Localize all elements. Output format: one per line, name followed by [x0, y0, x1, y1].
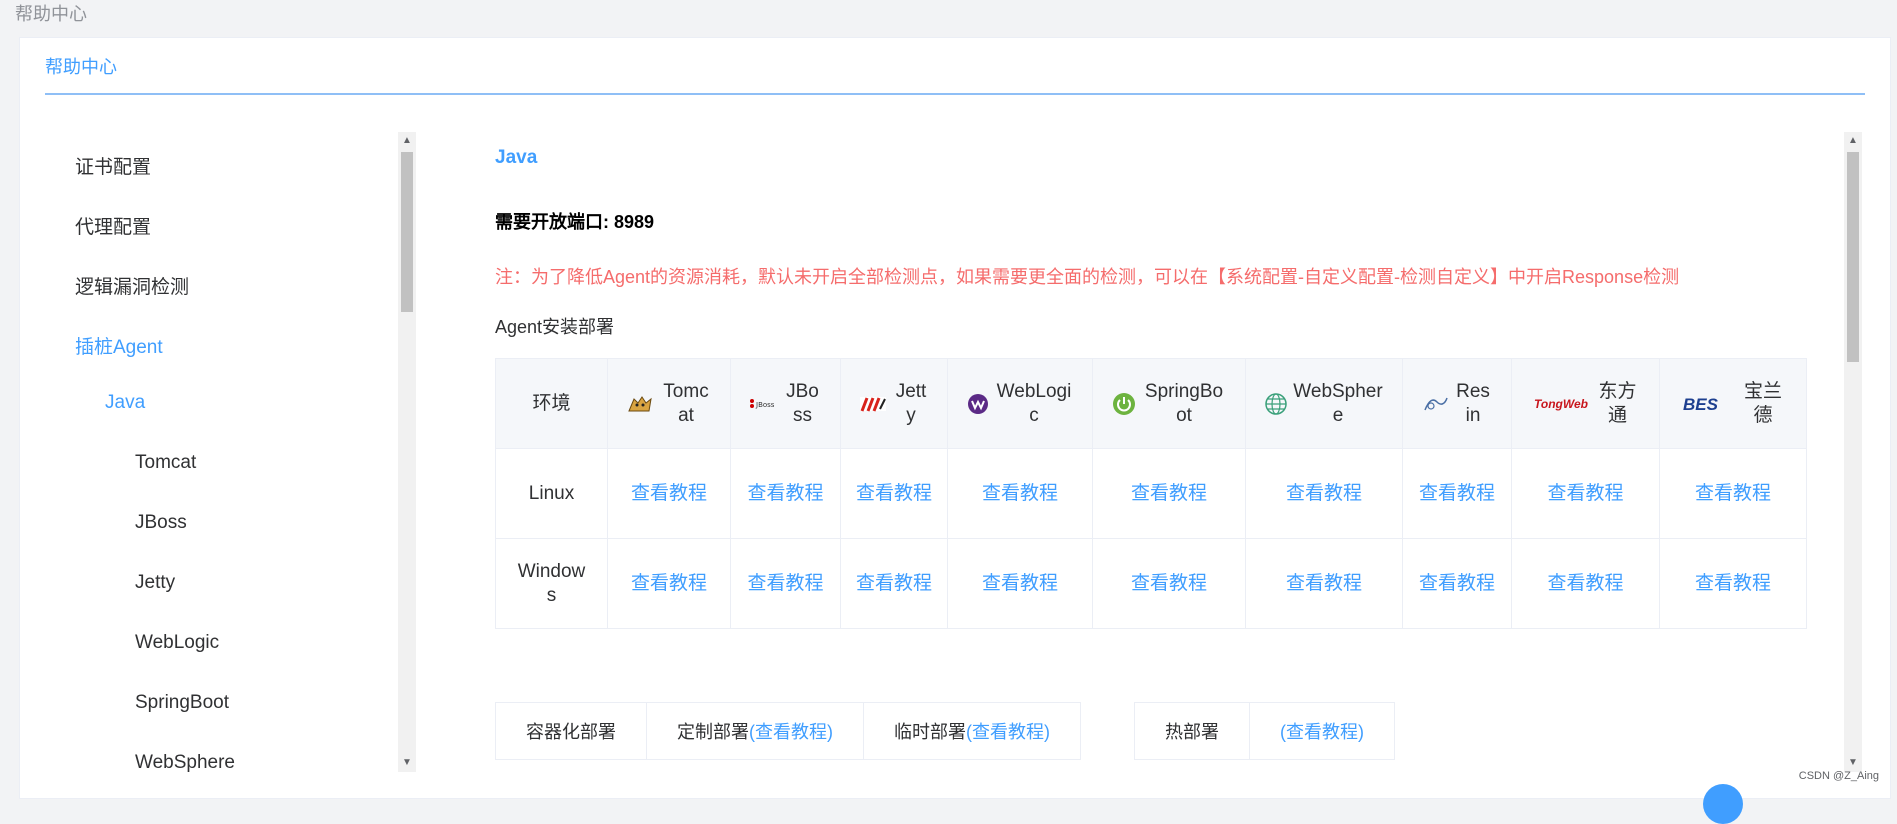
deploy-options-table: 容器化部署 定制部署(查看教程) 临时部署(查看教程) — [495, 702, 1081, 760]
jboss-logo-icon: JBoss — [749, 397, 777, 411]
table-row: Windows 查看教程 查看教程 查看教程 查看教程 查看教程 查看教程 查看… — [495, 538, 1807, 629]
sidebar-item-websphere[interactable]: WebSphere — [135, 752, 235, 772]
sidebar-item-logic-vuln[interactable]: 逻辑漏洞检测 — [75, 272, 189, 299]
hot-deploy: 热部署 — [1134, 702, 1250, 760]
windows-jboss-tutorial-link[interactable]: 查看教程 — [747, 573, 823, 594]
custom-deploy-tutorial-link[interactable]: (查看教程) — [749, 722, 833, 742]
windows-resin-tutorial-link[interactable]: 查看教程 — [1419, 573, 1495, 594]
linux-tomcat-tutorial-link[interactable]: 查看教程 — [631, 483, 707, 504]
header-weblogic: WebLogic — [947, 358, 1093, 449]
sidebar-item-weblogic[interactable]: WebLogic — [135, 632, 219, 654]
tongweb-logo-icon: TongWeb — [1534, 396, 1592, 412]
header-resin: Resin — [1402, 358, 1512, 449]
env-cell: Linux — [495, 448, 608, 539]
linux-springboot-tutorial-link[interactable]: 查看教程 — [1131, 483, 1207, 504]
linux-bes-tutorial-link[interactable]: 查看教程 — [1695, 483, 1771, 504]
section-heading: Java — [495, 147, 538, 168]
scroll-up-icon[interactable]: ▲ — [1844, 132, 1862, 150]
windows-jetty-tutorial-link[interactable]: 查看教程 — [856, 573, 932, 594]
header-jetty: Jetty — [840, 358, 948, 449]
help-sidebar: 证书配置 代理配置 逻辑漏洞检测 插桩Agent Java Tomcat JBo… — [45, 132, 419, 772]
svg-text:TongWeb: TongWeb — [1534, 397, 1588, 411]
watermark: CSDN @Z_Aing — [1798, 770, 1879, 782]
custom-deploy: 定制部署(查看教程) — [646, 702, 864, 760]
hot-deploy-table: 热部署 (查看教程) — [1134, 702, 1395, 760]
sidebar-item-tomcat[interactable]: Tomcat — [135, 452, 196, 474]
scroll-up-icon[interactable]: ▲ — [398, 132, 416, 150]
weblogic-logo-icon — [967, 393, 989, 415]
card-title: 帮助中心 — [45, 57, 117, 77]
scrollbar-thumb[interactable] — [401, 152, 413, 312]
sidebar-item-cert-config[interactable]: 证书配置 — [75, 152, 151, 179]
linux-jetty-tutorial-link[interactable]: 查看教程 — [856, 483, 932, 504]
breadcrumb: 帮助中心 — [15, 4, 87, 24]
sidebar-item-java[interactable]: Java — [105, 392, 145, 414]
springboot-logo-icon — [1112, 392, 1136, 416]
svg-text:BES: BES — [1683, 395, 1719, 413]
header-tomcat: Tomcat — [607, 358, 731, 449]
sidebar-item-proxy-config[interactable]: 代理配置 — [75, 212, 151, 239]
help-content: Java 需要开放端口: 8989 注：为了降低Agent的资源消耗，默认未开启… — [495, 132, 1855, 772]
linux-tongweb-tutorial-link[interactable]: 查看教程 — [1547, 483, 1623, 504]
windows-websphere-tutorial-link[interactable]: 查看教程 — [1286, 573, 1362, 594]
content-scrollbar[interactable]: ▲ ▼ — [1844, 132, 1862, 772]
sidebar-scrollbar[interactable]: ▲ ▼ — [398, 132, 416, 772]
help-center-card: 帮助中心 证书配置 代理配置 逻辑漏洞检测 插桩Agent Java Tomca… — [19, 37, 1891, 799]
header-jboss: JBoss JBoss — [730, 358, 841, 449]
temporary-deploy-tutorial-link[interactable]: (查看教程) — [966, 722, 1050, 742]
header-springboot: SpringBoot — [1092, 358, 1246, 449]
deployment-table: 环境 Tomcat JBoss JBoss Jetty WebLogic Spr… — [495, 358, 1807, 629]
websphere-logo-icon — [1265, 392, 1287, 415]
sidebar-item-jetty[interactable]: Jetty — [135, 572, 175, 594]
temporary-deploy: 临时部署(查看教程) — [863, 702, 1081, 760]
windows-tomcat-tutorial-link[interactable]: 查看教程 — [631, 573, 707, 594]
linux-jboss-tutorial-link[interactable]: 查看教程 — [747, 483, 823, 504]
deploy-title: Agent安装部署 — [495, 317, 615, 337]
hot-deploy-tutorial-link[interactable]: (查看教程) — [1280, 722, 1364, 742]
table-row: 热部署 (查看教程) — [1134, 702, 1395, 760]
linux-websphere-tutorial-link[interactable]: 查看教程 — [1286, 483, 1362, 504]
warning-note: 注：为了降低Agent的资源消耗，默认未开启全部检测点，如果需要更全面的检测，可… — [495, 267, 1680, 287]
header-bes: BES 宝兰德 — [1659, 358, 1807, 449]
table-row: 容器化部署 定制部署(查看教程) 临时部署(查看教程) — [495, 702, 1081, 760]
header-tongweb: TongWeb 东方通 — [1511, 358, 1660, 449]
tomcat-logo-icon — [626, 393, 654, 415]
bes-logo-icon: BES — [1683, 395, 1737, 413]
sidebar-item-agent[interactable]: 插桩Agent — [75, 332, 163, 359]
jetty-logo-icon — [859, 395, 887, 413]
table-header-row: 环境 Tomcat JBoss JBoss Jetty WebLogic Spr… — [495, 358, 1807, 449]
linux-weblogic-tutorial-link[interactable]: 查看教程 — [982, 483, 1058, 504]
table-row: Linux 查看教程 查看教程 查看教程 查看教程 查看教程 查看教程 查看教程… — [495, 448, 1807, 539]
port-requirement: 需要开放端口: 8989 — [495, 212, 655, 232]
scroll-down-icon[interactable]: ▼ — [398, 754, 416, 772]
scrollbar-thumb[interactable] — [1847, 152, 1859, 362]
windows-springboot-tutorial-link[interactable]: 查看教程 — [1131, 573, 1207, 594]
resin-logo-icon — [1423, 394, 1449, 414]
svg-text:JBoss: JBoss — [755, 401, 775, 409]
windows-weblogic-tutorial-link[interactable]: 查看教程 — [982, 573, 1058, 594]
sidebar-item-jboss[interactable]: JBoss — [135, 512, 187, 534]
containerized-deploy: 容器化部署 — [495, 702, 647, 760]
floating-action-button[interactable] — [1703, 784, 1743, 824]
title-divider — [45, 93, 1865, 95]
sidebar-item-springboot[interactable]: SpringBoot — [135, 692, 229, 714]
windows-bes-tutorial-link[interactable]: 查看教程 — [1695, 573, 1771, 594]
linux-resin-tutorial-link[interactable]: 查看教程 — [1419, 483, 1495, 504]
windows-tongweb-tutorial-link[interactable]: 查看教程 — [1547, 573, 1623, 594]
env-header: 环境 — [495, 358, 608, 449]
header-websphere: WebSphere — [1245, 358, 1403, 449]
env-cell: Windows — [495, 538, 608, 629]
